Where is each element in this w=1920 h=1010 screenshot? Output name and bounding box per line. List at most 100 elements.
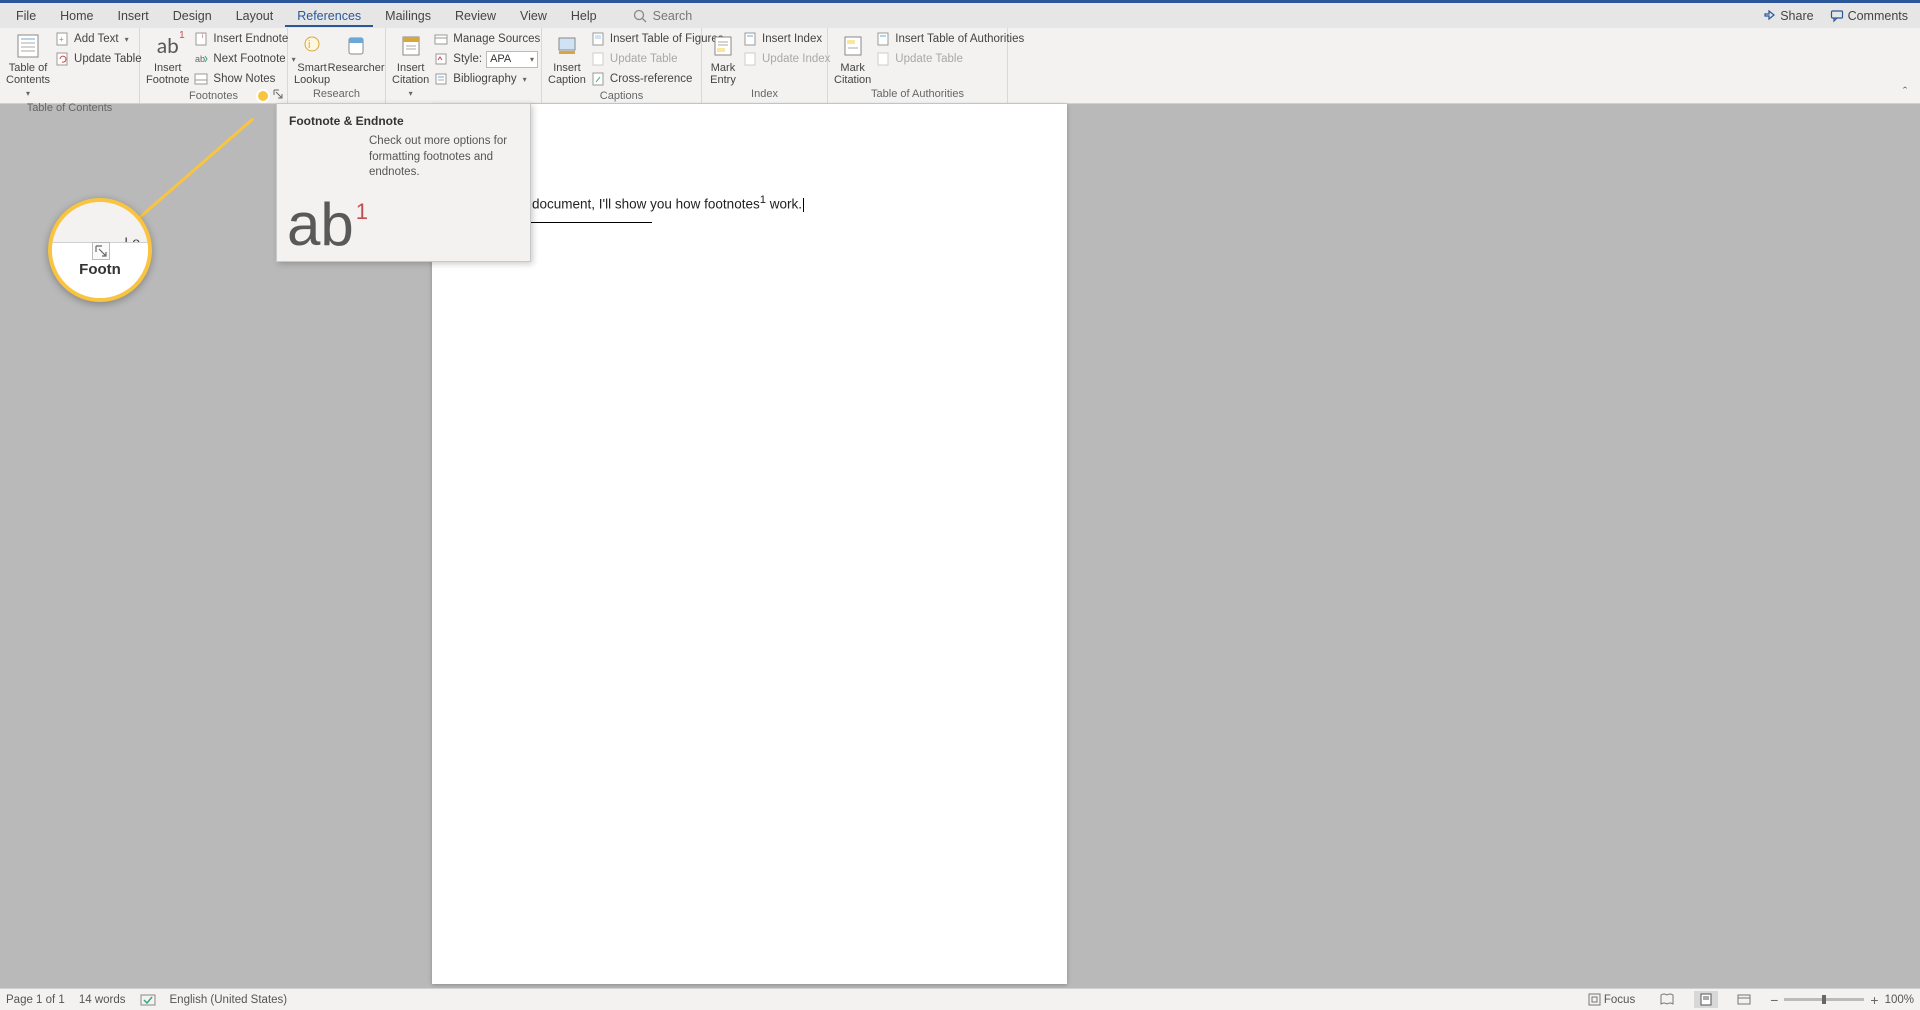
group-captions-label: Captions [548, 88, 695, 105]
status-bar: Page 1 of 1 14 words English (United Sta… [0, 988, 1920, 1010]
style-selector[interactable]: Style: APA ▾ [431, 50, 542, 68]
insert-footnote-button[interactable]: ab 1 Insert Footnote [146, 30, 189, 86]
menu-bar: File Home Insert Design Layout Reference… [0, 3, 1920, 28]
style-value: APA [490, 53, 511, 65]
word-count[interactable]: 14 words [79, 994, 126, 1006]
focus-icon [1588, 993, 1601, 1006]
tab-design[interactable]: Design [161, 5, 224, 27]
citation-icon [396, 32, 426, 60]
svg-text:i: i [308, 39, 310, 51]
manage-sources-label: Manage Sources [453, 33, 540, 45]
comments-button[interactable]: Comments [1822, 5, 1916, 27]
read-icon [1659, 993, 1675, 1006]
zoom-level[interactable]: 100% [1885, 994, 1914, 1006]
magnified-dialog-launcher [92, 242, 110, 260]
tab-file[interactable]: File [4, 5, 48, 27]
collapse-ribbon-button[interactable]: ˆ [1890, 28, 1920, 103]
tooltip-title: Footnote & Endnote [289, 114, 518, 128]
magnifier-callout: Lo Footn [48, 198, 152, 302]
tooltip-graphic: ab 1 [287, 195, 368, 255]
spellcheck-icon[interactable] [140, 993, 156, 1007]
share-button[interactable]: Share [1754, 5, 1821, 27]
tab-help[interactable]: Help [559, 5, 609, 27]
toc-button[interactable]: Table of Contents ▾ [6, 30, 50, 100]
insert-index-button[interactable]: Insert Index [740, 30, 832, 48]
search-label: Search [653, 9, 693, 23]
svg-text:+: + [59, 35, 64, 44]
next-footnote-label: Next Footnote [213, 53, 285, 65]
smart-lookup-icon: i [297, 32, 327, 60]
show-notes-button[interactable]: Show Notes [191, 70, 297, 88]
update-toc-label: Update Table [74, 53, 142, 65]
insert-toa-label: Insert Table of Authorities [895, 33, 1024, 45]
style-dropdown[interactable]: APA ▾ [486, 51, 538, 68]
tab-layout[interactable]: Layout [224, 5, 286, 27]
mark-citation-label: Mark Citation [834, 62, 871, 86]
cross-ref-icon [590, 71, 606, 87]
insert-footnote-label: Insert Footnote [146, 62, 189, 86]
tab-view[interactable]: View [508, 5, 559, 27]
tooltip-super: 1 [356, 199, 368, 225]
update-tof-icon [590, 51, 606, 67]
search-box[interactable]: Search [633, 9, 693, 23]
zoom-out-button[interactable]: − [1770, 992, 1778, 1008]
focus-mode-button[interactable]: Focus [1583, 991, 1640, 1008]
next-footnote-button[interactable]: ab Next Footnote ▾ [191, 50, 297, 68]
tab-review[interactable]: Review [443, 5, 508, 27]
share-label: Share [1780, 9, 1813, 23]
read-mode-button[interactable] [1654, 991, 1680, 1008]
style-icon [433, 51, 449, 67]
tab-references[interactable]: References [285, 5, 373, 27]
next-footnote-icon: ab [193, 51, 209, 67]
update-toc-button[interactable]: Update Table [52, 50, 144, 68]
toc-icon [13, 32, 43, 60]
svg-text:i: i [202, 34, 203, 40]
insert-index-icon [742, 31, 758, 47]
style-label: Style: [453, 53, 482, 65]
insert-caption-button[interactable]: Insert Caption [548, 30, 586, 86]
group-toc-label: Table of Contents [6, 100, 133, 117]
group-toa: Mark Citation Insert Table of Authoritie… [828, 28, 1008, 103]
language-indicator[interactable]: English (United States) [170, 994, 288, 1006]
search-icon [633, 9, 647, 23]
researcher-icon [341, 32, 371, 60]
footnotes-dialog-launcher[interactable] [271, 87, 285, 101]
magnify-bot-text: Footn [79, 261, 121, 278]
svg-text:ab: ab [195, 54, 205, 64]
update-toa-icon [875, 51, 891, 67]
zoom-in-button[interactable]: + [1870, 992, 1878, 1008]
update-index-label: Update Index [762, 53, 830, 65]
print-layout-icon [1699, 993, 1713, 1006]
update-index-icon [742, 51, 758, 67]
group-citations: Insert Citation ▾ Manage Sources Style: … [386, 28, 542, 103]
print-layout-button[interactable] [1694, 991, 1718, 1008]
tab-insert[interactable]: Insert [106, 5, 161, 27]
page-indicator[interactable]: Page 1 of 1 [6, 994, 65, 1006]
tooltip-description: Check out more options for formatting fo… [289, 134, 518, 181]
group-index-label: Index [708, 86, 821, 103]
insert-endnote-button[interactable]: i Insert Endnote [191, 30, 297, 48]
insert-citation-button[interactable]: Insert Citation ▾ [392, 30, 429, 100]
tab-home[interactable]: Home [48, 5, 105, 27]
callout-dot [256, 89, 270, 103]
mark-entry-label: Mark Entry [710, 62, 736, 86]
mark-entry-button[interactable]: Mark Entry [708, 30, 738, 86]
group-index: Mark Entry Insert Index Update Index Ind… [702, 28, 828, 103]
researcher-label: Researcher [328, 62, 385, 74]
document-text: document, I'll show you how footnotes1 w… [532, 194, 1027, 212]
insert-toa-button[interactable]: Insert Table of Authorities [873, 30, 1026, 48]
comments-label: Comments [1848, 9, 1908, 23]
web-layout-icon [1737, 993, 1751, 1006]
zoom-slider[interactable] [1784, 998, 1864, 1001]
researcher-button[interactable]: Researcher [332, 30, 380, 74]
update-toa-button: Update Table [873, 50, 1026, 68]
web-layout-button[interactable] [1732, 991, 1756, 1008]
add-text-button[interactable]: + Add Text ▾ [52, 30, 144, 48]
caption-icon [552, 32, 582, 60]
smart-lookup-button[interactable]: i Smart Lookup [294, 30, 330, 86]
bibliography-button[interactable]: Bibliography ▾ [431, 70, 542, 88]
group-toa-label: Table of Authorities [834, 86, 1001, 103]
mark-citation-button[interactable]: Mark Citation [834, 30, 871, 86]
manage-sources-button[interactable]: Manage Sources [431, 30, 542, 48]
tab-mailings[interactable]: Mailings [373, 5, 443, 27]
